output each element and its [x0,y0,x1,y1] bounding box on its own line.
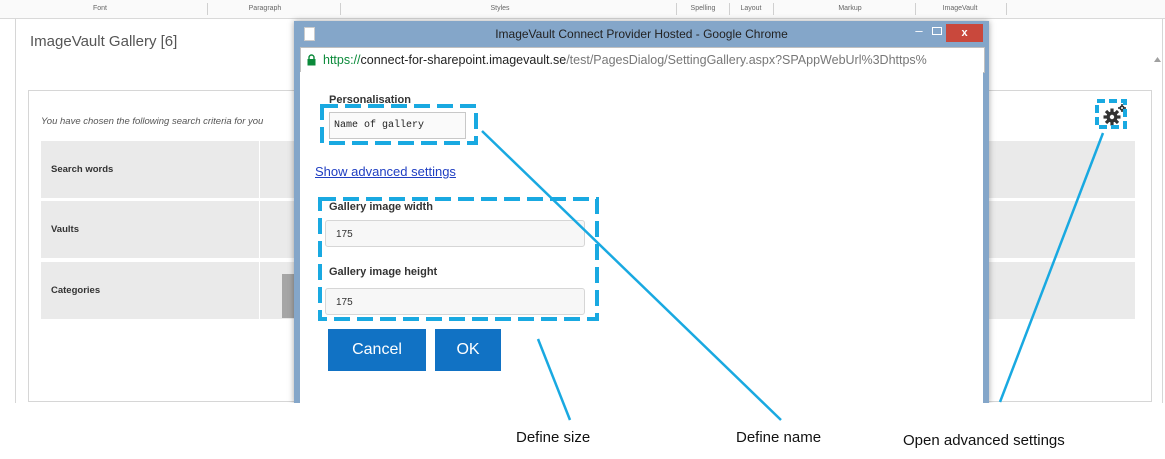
define-name-callout: Define name [736,429,822,446]
gear-highlight-box [1095,99,1127,129]
annotation-overlay [318,99,1127,421]
open-advanced-callout: Open advanced settings [903,432,1065,449]
size-highlight-box [318,197,599,321]
define-size-callout: Define size [516,429,591,446]
define-size-pointer [536,338,572,421]
advanced-settings-pointer [998,132,1105,403]
name-highlight-box [320,104,478,145]
define-name-pointer [481,130,782,421]
